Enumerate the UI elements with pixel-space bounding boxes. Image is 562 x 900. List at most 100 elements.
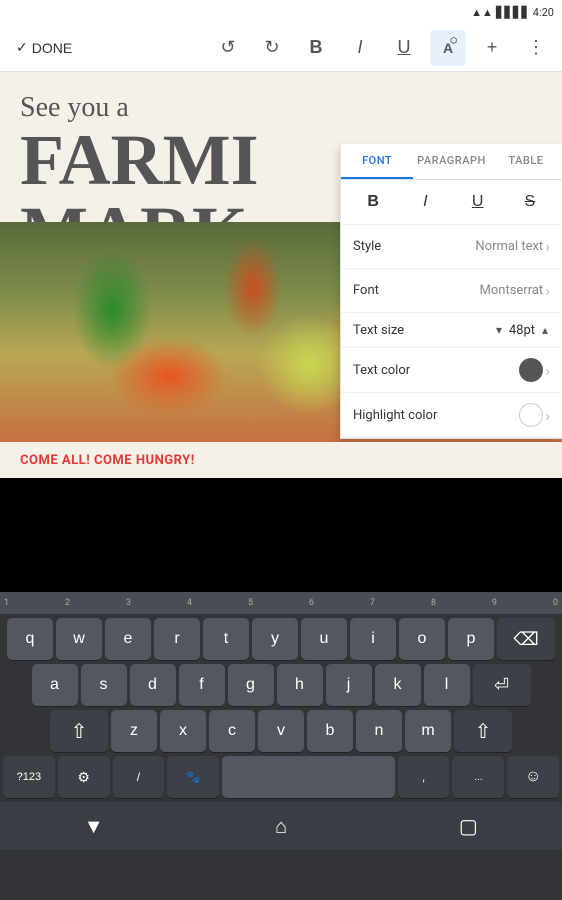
highlight-chevron-icon: ›: [545, 406, 550, 425]
fmt-italic-button[interactable]: I: [401, 186, 449, 218]
highlight-color-value: ›: [519, 403, 550, 427]
key-y[interactable]: y: [252, 618, 298, 660]
key-h[interactable]: h: [277, 664, 323, 706]
size-down-icon[interactable]: ▾: [494, 321, 504, 339]
top-toolbar: ✓ DONE ↺ ↻ B I U A⬡ + ⋮: [0, 24, 562, 72]
key-row-1: q w e r t y u i o p ⌫: [3, 618, 559, 660]
key-c[interactable]: c: [209, 710, 255, 752]
text-color-chevron-icon: ›: [545, 361, 550, 380]
text-size-row: Text size ▾ 48pt ▴: [341, 313, 562, 348]
undo-button[interactable]: ↺: [210, 30, 246, 66]
time-display: 4:20: [533, 6, 554, 19]
key-k[interactable]: k: [375, 664, 421, 706]
text-size-label: Text size: [353, 323, 494, 338]
ruler-marks: 1 2 3 4 5 6 7 8 9 0: [4, 598, 558, 608]
text-size-value: 48pt: [508, 323, 536, 338]
key-u[interactable]: u: [301, 618, 347, 660]
comma-key[interactable]: ,: [398, 756, 450, 798]
underline-button[interactable]: U: [386, 30, 422, 66]
nav-home-button[interactable]: ⌂: [251, 808, 311, 844]
redo-button[interactable]: ↻: [254, 30, 290, 66]
add-button[interactable]: +: [474, 30, 510, 66]
bold-button[interactable]: B: [298, 30, 334, 66]
mic-key[interactable]: 🐾: [167, 756, 219, 798]
more-button[interactable]: ⋮: [518, 30, 554, 66]
checkmark-icon: ✓: [16, 39, 28, 56]
style-chevron-icon: ›: [545, 237, 550, 256]
backspace-key[interactable]: ⌫: [497, 618, 555, 660]
style-row[interactable]: Style Normal text ›: [341, 225, 562, 269]
font-label: Font: [353, 283, 480, 298]
text-size-controls: ▾ 48pt ▴: [494, 321, 550, 339]
key-row-3: ⇧ z x c v b n m ⇧: [3, 710, 559, 752]
key-g[interactable]: g: [228, 664, 274, 706]
period-key[interactable]: ...: [452, 756, 504, 798]
settings-key[interactable]: ⚙: [58, 756, 110, 798]
key-b[interactable]: b: [307, 710, 353, 752]
shift-right-key[interactable]: ⇧: [454, 710, 512, 752]
document-area[interactable]: See you a FARMI MARK FONT PARAGRAPH TABL…: [0, 72, 562, 442]
bold-icon: B: [310, 37, 323, 58]
key-r[interactable]: r: [154, 618, 200, 660]
key-q[interactable]: q: [7, 618, 53, 660]
fmt-strikethrough-button[interactable]: S: [506, 186, 554, 218]
tab-table[interactable]: TABLE: [490, 144, 562, 179]
key-row-2: a s d f g h j k l ⏎: [3, 664, 559, 706]
key-d[interactable]: d: [130, 664, 176, 706]
key-s[interactable]: s: [81, 664, 127, 706]
text-color-label: Text color: [353, 363, 519, 378]
home-icon: ⌂: [275, 814, 287, 839]
key-o[interactable]: o: [399, 618, 445, 660]
key-n[interactable]: n: [356, 710, 402, 752]
space-key[interactable]: [222, 756, 395, 798]
tab-paragraph[interactable]: PARAGRAPH: [413, 144, 490, 179]
chevron-down-icon: ▼: [84, 814, 104, 839]
redo-icon: ↻: [264, 37, 279, 58]
text-color-swatch: [519, 358, 543, 382]
style-label: Style: [353, 239, 475, 254]
key-e[interactable]: e: [105, 618, 151, 660]
italic-icon: I: [357, 37, 362, 58]
red-text-area: COME ALL! COME HUNGRY!: [0, 442, 562, 478]
key-i[interactable]: i: [350, 618, 396, 660]
highlight-color-swatch: [519, 403, 543, 427]
key-w[interactable]: w: [56, 618, 102, 660]
size-up-icon[interactable]: ▴: [540, 321, 550, 339]
fmt-bold-button[interactable]: B: [349, 186, 397, 218]
recents-icon: ▢: [459, 814, 478, 838]
key-t[interactable]: t: [203, 618, 249, 660]
emoji-key[interactable]: ☺: [507, 756, 559, 798]
keyboard[interactable]: 1 2 3 4 5 6 7 8 9 0 q w e r t y u i o p …: [0, 592, 562, 900]
highlight-color-row[interactable]: Highlight color ›: [341, 393, 562, 438]
nav-recents-button[interactable]: ▢: [438, 808, 498, 844]
text-color-row[interactable]: Text color ›: [341, 348, 562, 393]
shift-key[interactable]: ⇧: [50, 710, 108, 752]
font-panel: FONT PARAGRAPH TABLE B I U S Style Norma…: [340, 144, 562, 439]
font-row[interactable]: Font Montserrat ›: [341, 269, 562, 313]
status-bar: ▲▲ ▋▋▋▋ 4:20: [0, 0, 562, 24]
done-button[interactable]: ✓ DONE: [8, 35, 80, 60]
tab-font[interactable]: FONT: [341, 144, 413, 179]
key-x[interactable]: x: [160, 710, 206, 752]
key-z[interactable]: z: [111, 710, 157, 752]
enter-key[interactable]: ⏎: [473, 664, 531, 706]
numbers-key[interactable]: ?123: [3, 756, 55, 798]
key-a[interactable]: a: [32, 664, 78, 706]
italic-button[interactable]: I: [342, 30, 378, 66]
key-l[interactable]: l: [424, 664, 470, 706]
slash-key[interactable]: /: [113, 756, 165, 798]
font-chevron-icon: ›: [545, 281, 550, 300]
key-v[interactable]: v: [258, 710, 304, 752]
fmt-underline-button[interactable]: U: [454, 186, 502, 218]
text-format-icon: A⬡: [443, 40, 453, 56]
nav-back-button[interactable]: ▼: [64, 808, 124, 844]
key-p[interactable]: p: [448, 618, 494, 660]
key-rows: q w e r t y u i o p ⌫ a s d f g h j k l …: [0, 614, 562, 798]
font-value: Montserrat ›: [480, 281, 551, 300]
text-format-button[interactable]: A⬡: [430, 30, 466, 66]
key-m[interactable]: m: [405, 710, 451, 752]
key-j[interactable]: j: [326, 664, 372, 706]
panel-tabs: FONT PARAGRAPH TABLE: [341, 144, 562, 180]
key-f[interactable]: f: [179, 664, 225, 706]
add-icon: +: [487, 37, 498, 58]
